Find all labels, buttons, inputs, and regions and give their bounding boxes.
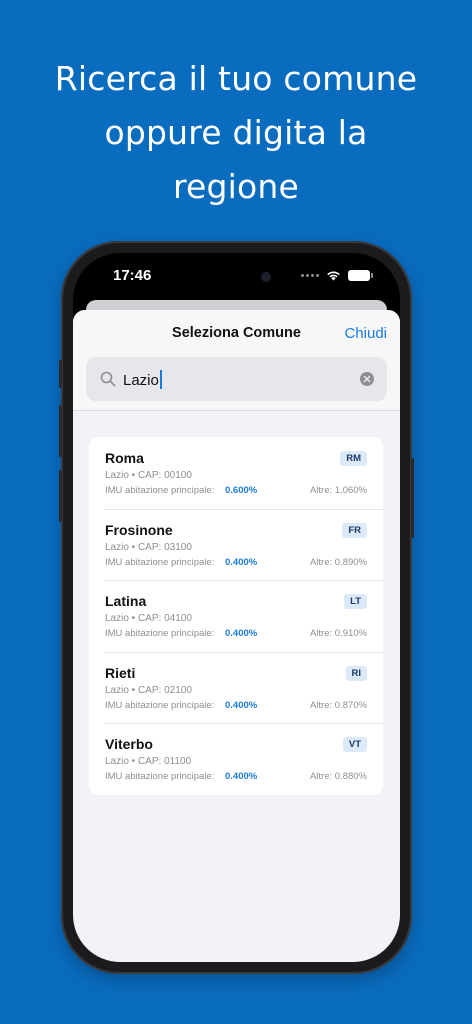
imu-label: IMU abitazione principale: — [105, 771, 215, 782]
results-list: Roma RM Lazio • CAP: 00100 IMU abitazion… — [89, 437, 383, 795]
cellular-icon — [301, 274, 319, 277]
list-item[interactable]: Roma RM Lazio • CAP: 00100 IMU abitazion… — [89, 437, 383, 509]
altre-value: Altre: 0.880% — [309, 771, 367, 782]
list-item[interactable]: Latina LT Lazio • CAP: 04100 IMU abitazi… — [89, 580, 383, 652]
wifi-icon — [327, 271, 340, 281]
province-badge: RM — [340, 451, 367, 466]
side-button — [411, 458, 414, 538]
headline: Ricerca il tuo comune oppure digita la r… — [0, 52, 472, 214]
altre-value: Altre: 0.910% — [309, 628, 367, 639]
altre-value: Altre: 0.870% — [309, 699, 367, 711]
search-field[interactable]: Lazio — [86, 357, 387, 401]
comune-name: Latina — [105, 593, 147, 609]
comune-name: Rieti — [105, 664, 136, 681]
status-time: 17:46 — [113, 267, 152, 284]
list-item[interactable]: Rieti RI Lazio • CAP: 02100 IMU abitazio… — [89, 651, 383, 724]
comune-meta: Lazio • CAP: 03100 — [105, 541, 192, 553]
phone-screen: 17:46 Seleziona Comune Chiudi Lazio Roma… — [73, 253, 400, 962]
dynamic-island — [193, 263, 285, 291]
imu-value: 0.400% — [225, 556, 258, 568]
comune-name: Viterbo — [105, 736, 153, 752]
search-icon — [100, 371, 116, 387]
imu-value: 0.400% — [225, 699, 258, 711]
comune-meta: Lazio • CAP: 02100 — [105, 684, 192, 696]
search-input[interactable]: Lazio — [123, 372, 159, 389]
sheet-header: Seleziona Comune Chiudi Lazio — [73, 310, 400, 410]
text-cursor — [159, 370, 162, 389]
status-bar: 17:46 — [73, 253, 400, 303]
province-badge: RI — [345, 665, 367, 681]
select-comune-sheet: Seleziona Comune Chiudi Lazio Roma RM La… — [73, 310, 400, 962]
side-button — [59, 405, 62, 457]
headline-line: Ricerca il tuo comune — [54, 59, 418, 98]
imu-value: 0.400% — [225, 628, 258, 639]
list-item[interactable]: Viterbo VT Lazio • CAP: 01100 IMU abitaz… — [89, 723, 383, 795]
comune-meta: Lazio • CAP: 00100 — [105, 470, 192, 481]
imu-label: IMU abitazione principale: — [105, 556, 215, 568]
imu-label: IMU abitazione principale: — [105, 699, 215, 711]
side-button — [59, 470, 62, 522]
clear-icon[interactable] — [360, 372, 374, 386]
province-badge: VT — [342, 737, 367, 752]
comune-meta: Lazio • CAP: 01100 — [105, 756, 192, 767]
province-badge: FR — [342, 522, 367, 538]
status-icons — [301, 270, 373, 281]
comune-name: Roma — [105, 450, 144, 466]
imu-value: 0.400% — [225, 771, 258, 782]
imu-label: IMU abitazione principale: — [105, 485, 215, 496]
imu-label: IMU abitazione principale: — [105, 628, 215, 639]
altre-value: Altre: 1.060% — [309, 485, 367, 496]
comune-name: Frosinone — [105, 521, 173, 538]
list-item[interactable]: Frosinone FR Lazio • CAP: 03100 IMU abit… — [89, 508, 383, 581]
imu-value: 0.600% — [225, 485, 258, 496]
close-button[interactable]: Chiudi — [344, 325, 387, 342]
headline-line: regione — [172, 167, 300, 206]
altre-value: Altre: 0.890% — [309, 556, 367, 568]
headline-line: oppure digita la — [104, 113, 368, 152]
province-badge: LT — [344, 594, 367, 609]
side-button — [59, 360, 62, 388]
battery-icon — [348, 270, 373, 281]
header-divider — [73, 410, 400, 411]
comune-meta: Lazio • CAP: 04100 — [105, 613, 192, 624]
